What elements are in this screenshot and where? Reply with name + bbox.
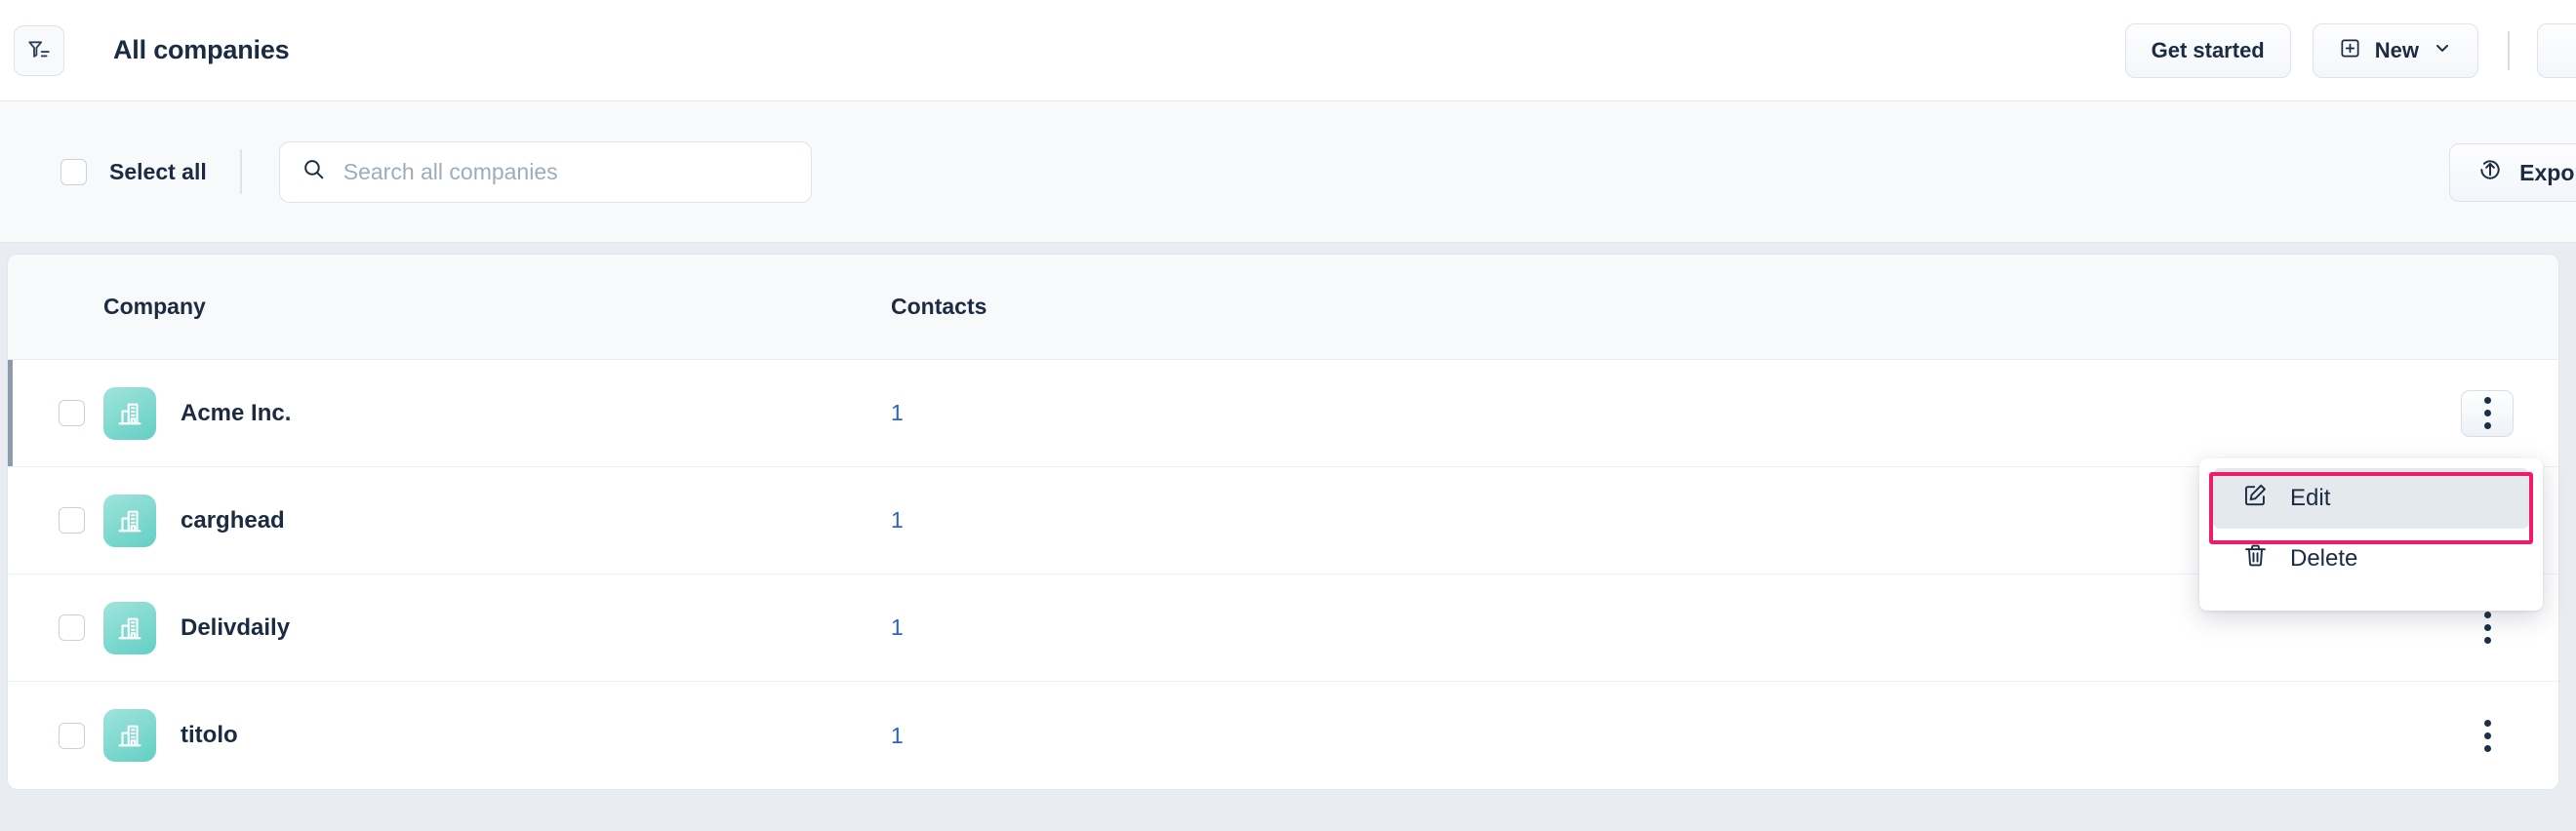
chevron-down-icon (2433, 38, 2452, 63)
select-all-label[interactable]: Select all (109, 159, 207, 185)
table-header-row: Company Contacts (8, 255, 2558, 360)
row-checkbox[interactable] (59, 400, 85, 426)
row-checkbox[interactable] (59, 614, 85, 641)
table-row[interactable]: Acme Inc. 1 (8, 360, 2558, 467)
row-menu-button[interactable] (2461, 712, 2514, 759)
get-started-label: Get started (2151, 38, 2265, 62)
edit-pencil-icon (2242, 482, 2269, 515)
column-header-company[interactable]: Company (8, 294, 891, 320)
menu-item-label: Delete (2290, 545, 2358, 572)
company-name[interactable]: Delivdaily (181, 614, 290, 642)
row-active-accent (8, 360, 13, 466)
company-cell: titolo (103, 709, 891, 762)
header-overflow-button[interactable] (2537, 23, 2576, 78)
row-checkbox-cell (8, 722, 103, 749)
export-upload-icon (2477, 157, 2503, 188)
row-checkbox[interactable] (59, 722, 85, 749)
company-building-icon (103, 386, 156, 440)
row-menu-button[interactable] (2461, 389, 2514, 437)
get-started-button[interactable]: Get started (2124, 23, 2291, 78)
companies-table-card: Company Contacts Acme Inc. 1 carghead 1 … (8, 255, 2558, 789)
table-row[interactable]: carghead 1 (8, 467, 2558, 574)
menu-item-delete[interactable]: Delete (2213, 529, 2529, 589)
menu-item-label: Edit (2290, 485, 2331, 511)
trash-icon (2242, 542, 2269, 575)
plus-square-icon (2339, 37, 2361, 65)
header-actions: Get started New (2124, 0, 2576, 101)
company-name[interactable]: Acme Inc. (181, 400, 291, 427)
contacts-count-link[interactable]: 1 (891, 614, 1379, 641)
row-actions (2461, 682, 2514, 789)
company-name[interactable]: titolo (181, 722, 238, 749)
table-row[interactable]: titolo 1 (8, 682, 2558, 789)
company-cell: Acme Inc. (103, 386, 891, 440)
kebab-icon (2483, 612, 2491, 644)
header-divider (2508, 31, 2510, 70)
search-box[interactable] (278, 140, 812, 203)
company-building-icon (103, 601, 156, 654)
filter-button[interactable] (14, 24, 64, 76)
row-menu-button[interactable] (2461, 605, 2514, 652)
export-button[interactable]: Export (2449, 143, 2576, 202)
toolbar-divider (239, 149, 242, 194)
contacts-count-link[interactable]: 1 (891, 723, 1379, 749)
row-checkbox[interactable] (59, 507, 85, 534)
menu-item-edit[interactable]: Edit (2213, 468, 2529, 529)
new-label: New (2374, 38, 2419, 62)
page-header: All companies Get started New (0, 0, 2576, 101)
company-cell: Delivdaily (103, 601, 891, 654)
row-checkbox-cell (8, 400, 103, 426)
search-icon (302, 157, 326, 186)
select-all-checkbox[interactable] (60, 158, 87, 185)
kebab-icon (2483, 719, 2491, 752)
row-checkbox-cell (8, 614, 103, 641)
contacts-count-link[interactable]: 1 (891, 507, 1379, 534)
list-toolbar: Select all Export (0, 101, 2576, 243)
table-row[interactable]: Delivdaily 1 (8, 574, 2558, 682)
company-cell: carghead (103, 494, 891, 547)
new-button[interactable]: New (2312, 23, 2478, 78)
contacts-count-link[interactable]: 1 (891, 400, 1379, 426)
company-building-icon (103, 709, 156, 762)
page-title: All companies (113, 35, 290, 64)
filter-icon (26, 38, 52, 63)
company-name[interactable]: carghead (181, 507, 285, 534)
export-label: Export (2519, 159, 2576, 185)
row-checkbox-cell (8, 507, 103, 534)
column-header-contacts[interactable]: Contacts (891, 294, 1379, 320)
row-context-menu: Edit Delete (2199, 458, 2543, 611)
search-input[interactable] (342, 158, 789, 185)
company-building-icon (103, 494, 156, 547)
row-actions (2461, 360, 2514, 466)
kebab-icon (2483, 397, 2491, 429)
